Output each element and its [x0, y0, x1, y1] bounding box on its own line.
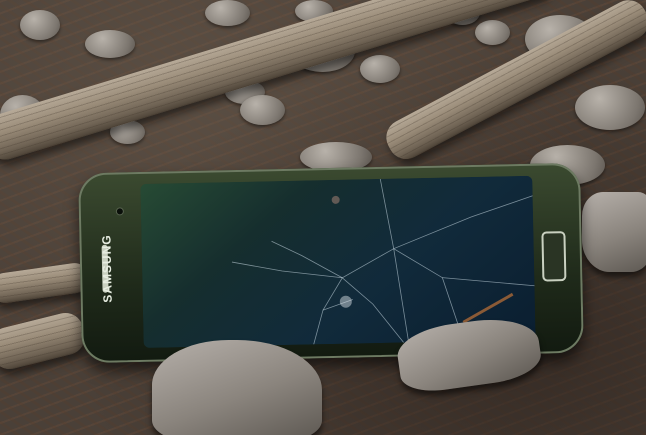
log	[0, 309, 89, 373]
rock	[152, 340, 322, 435]
log	[0, 261, 92, 305]
pebble	[475, 20, 510, 45]
rock	[582, 192, 646, 272]
debris	[331, 195, 340, 204]
pebble	[240, 95, 285, 125]
pebble	[20, 10, 60, 40]
home-button	[541, 231, 567, 282]
brand-logo: SAMSUNG	[99, 234, 115, 303]
twig	[462, 292, 514, 324]
pebble	[205, 0, 250, 26]
impact-point	[339, 295, 352, 308]
pebble	[575, 85, 645, 130]
pebble	[85, 30, 135, 58]
front-camera-icon	[116, 208, 123, 215]
pebble	[360, 55, 400, 83]
photo-scene: SAMSUNG	[0, 0, 646, 435]
